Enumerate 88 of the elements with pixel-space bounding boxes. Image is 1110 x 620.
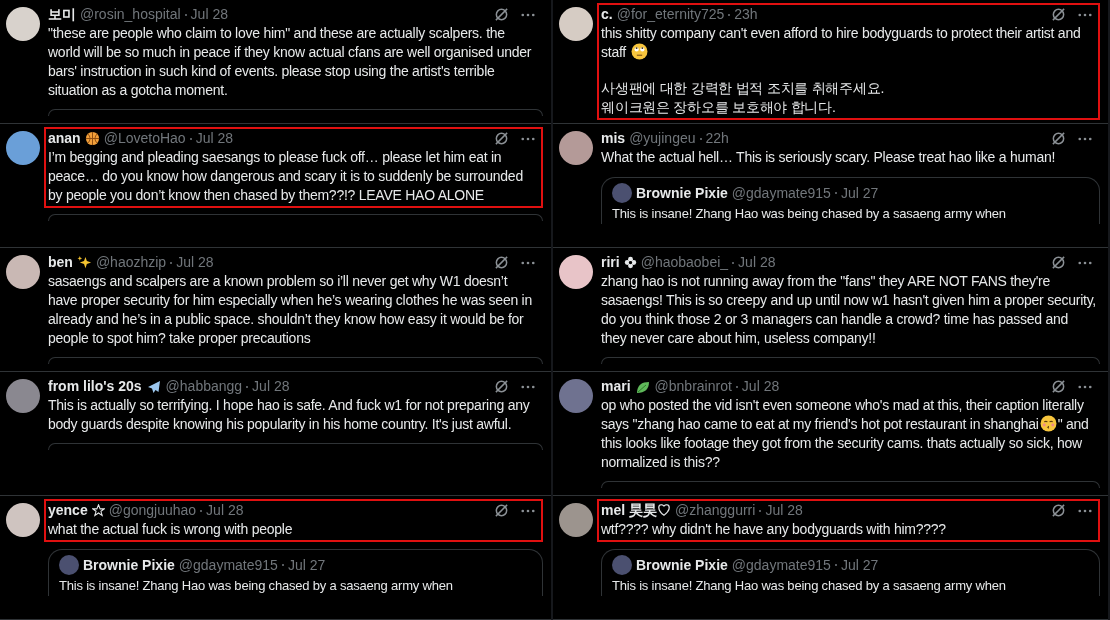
more-options-icon[interactable] xyxy=(1078,136,1092,141)
post-text: this shitty company can't even afford to hire bodyguards to protect their artist and staff xyxy=(601,24,1082,62)
avatar xyxy=(59,555,79,575)
more-options-icon[interactable] xyxy=(1078,260,1092,265)
slashed-circle-icon[interactable] xyxy=(494,131,509,146)
post-text: I’m begging and pleading saesangs to please fuck off… please let him eat in peace… do you know how dangerous and scary it is to suddenly be surrounded by people you don’t know then chased by them??!? LEAVE HAO ALONE xyxy=(48,148,524,205)
post-date[interactable]: Jul 28 xyxy=(206,501,244,520)
avatar[interactable] xyxy=(559,7,593,41)
quoted-post-text: This is insane! Zhang Hao was being chased by a sasaeng army when xyxy=(59,577,454,594)
more-options-icon[interactable] xyxy=(521,136,535,141)
post-text: zhang hao is not running away from the "fans" they ARE NOT FANS they're sasaengs! This is so creepy and up until now w1 hasn't given him a proper security, do you think those 2 or 3 managers can handle a crowd? time has passed and they never care about him, useless company!! xyxy=(601,272,1096,348)
slashed-circle-icon[interactable] xyxy=(494,255,509,270)
quoted-post-card[interactable]: Brownie Pixie @gdaymate915 Jul 27 This is insane! Zhang Hao was being chased by a sasaeng army when xyxy=(601,177,1100,224)
slashed-circle-icon[interactable] xyxy=(494,7,509,22)
user-handle[interactable]: @LovetoHao xyxy=(103,129,186,148)
quoted-post-card[interactable]: Brownie Pixie @gdaymate915 Jul 27 This is insane! Zhang Hao was being chased by a sasaeng army when xyxy=(48,549,543,596)
user-handle[interactable]: @bnbrainrot xyxy=(654,377,732,396)
quoted-post-text: This is insane! Zhang Hao was being chased by a sasaeng army when xyxy=(612,577,1007,594)
more-options-icon[interactable] xyxy=(521,12,535,17)
user-handle[interactable]: @rosin_hospital xyxy=(80,5,181,24)
display-name[interactable]: riri xyxy=(601,253,620,272)
avatar[interactable] xyxy=(6,131,40,165)
avatar[interactable] xyxy=(6,255,40,289)
user-handle[interactable]: @zhanggurri xyxy=(675,501,756,520)
user-handle[interactable]: @gongjuuhao xyxy=(108,501,197,520)
post-date: Jul 27 xyxy=(840,556,879,574)
avatar[interactable] xyxy=(6,379,40,413)
display-name[interactable]: 보미 xyxy=(48,5,76,24)
user-handle: @gdaymate915 xyxy=(731,184,831,202)
post-text: wtf???? why didn't he have any bodyguards with him???? xyxy=(601,520,947,539)
avatar[interactable] xyxy=(559,503,593,537)
post-text: This is actually so terrifying. I hope hao is safe. And fuck w1 for not preparing any body guards despite knowing his popularity in his home country. It's just awful. xyxy=(48,396,531,434)
quoted-post-card[interactable]: Brownie Pixie @gdaymate915 Jul 27 This is insane! Zhang Hao was being chased by a sasaeng army when xyxy=(601,549,1100,596)
post-date[interactable]: Jul 28 xyxy=(195,129,233,148)
user-handle[interactable]: @for_eternity725 xyxy=(616,5,725,24)
slashed-circle-icon[interactable] xyxy=(1051,255,1066,270)
user-handle[interactable]: @yujingeu xyxy=(629,129,696,148)
post-text: What the actual hell… This is seriously scary. Please treat hao like a human! xyxy=(601,148,1057,167)
more-options-icon[interactable] xyxy=(1078,12,1092,17)
more-options-icon[interactable] xyxy=(521,508,535,513)
display-name: Brownie Pixie xyxy=(636,184,728,202)
post-text: op who posted the vid isn't even someone who's mad at this, their caption literally says "zhang hao came to eat at my friend's hot pot restaurant in shanghai " and this looks like footage they got from the security cams. thats actually so sick, how normalized is this?? xyxy=(601,396,1090,472)
display-name[interactable]: mis xyxy=(601,129,626,148)
user-handle[interactable]: @haozhzip xyxy=(95,253,167,272)
slashed-circle-icon[interactable] xyxy=(1051,379,1066,394)
post-date[interactable]: Jul 28 xyxy=(738,253,776,272)
post-date: Jul 27 xyxy=(840,184,879,202)
post-date[interactable]: Jul 28 xyxy=(176,253,214,272)
display-name[interactable]: yence xyxy=(48,501,88,520)
post-text: what the actual fuck is wrong with people xyxy=(48,520,294,539)
display-name[interactable]: mari xyxy=(601,377,631,396)
post-date: Jul 27 xyxy=(287,556,326,574)
post-date[interactable]: Jul 28 xyxy=(252,377,290,396)
user-handle: @gdaymate915 xyxy=(178,556,278,574)
post-date[interactable]: 23h xyxy=(734,5,758,24)
display-name[interactable]: from lilo's 20s xyxy=(48,377,142,396)
more-options-icon[interactable] xyxy=(521,384,535,389)
avatar xyxy=(612,183,632,203)
slashed-circle-icon[interactable] xyxy=(494,503,509,518)
more-options-icon[interactable] xyxy=(521,260,535,265)
display-name[interactable]: ben xyxy=(48,253,73,272)
display-name[interactable]: anan xyxy=(48,129,81,148)
quoted-post-text: This is insane! Zhang Hao was being chased by a sasaeng army when xyxy=(612,205,1007,222)
post-date[interactable]: Jul 28 xyxy=(190,5,228,24)
avatar[interactable] xyxy=(559,255,593,289)
avatar[interactable] xyxy=(559,131,593,165)
avatar[interactable] xyxy=(6,7,40,41)
post-text: "these are people who claim to love him" and these are actually scalpers. the world will be so much in peace if they know actual cfans are well organised under bars' instruction in such kind of events. please stop using the artist's terrible situation as a gotcha moment. xyxy=(48,24,533,100)
user-handle[interactable]: @habbangg xyxy=(165,377,243,396)
slashed-circle-icon[interactable] xyxy=(494,379,509,394)
post-date[interactable]: Jul 28 xyxy=(765,501,803,520)
avatar xyxy=(612,555,632,575)
display-name: Brownie Pixie xyxy=(636,556,728,574)
slashed-circle-icon[interactable] xyxy=(1051,503,1066,518)
user-handle[interactable]: @haobaobei_ xyxy=(640,253,729,272)
slashed-circle-icon[interactable] xyxy=(1051,7,1066,22)
user-handle: @gdaymate915 xyxy=(731,556,831,574)
display-name[interactable]: c. xyxy=(601,5,613,24)
display-name[interactable]: mel 昊昊♡ xyxy=(601,501,671,520)
post-date[interactable]: 22h xyxy=(705,129,729,148)
more-options-icon[interactable] xyxy=(1078,508,1092,513)
post-text: sasaengs and scalpers are a known problem so i’ll never get why W1 doesn’t have proper security for him especially when he’s wearing clothes he was seen in already and he’s in a public space. shouldn’t they know how easy it would be for people to spot him? take proper precautions xyxy=(48,272,533,348)
post-text: 사생팬에 대한 강력한 법적 조치를 취해주세요. 웨이크원은 장하오를 보호해야 합니다. xyxy=(601,79,886,117)
display-name: Brownie Pixie xyxy=(83,556,175,574)
post-date[interactable]: Jul 28 xyxy=(741,377,780,396)
more-options-icon[interactable] xyxy=(1078,384,1092,389)
avatar[interactable] xyxy=(6,503,40,537)
slashed-circle-icon[interactable] xyxy=(1051,131,1066,146)
